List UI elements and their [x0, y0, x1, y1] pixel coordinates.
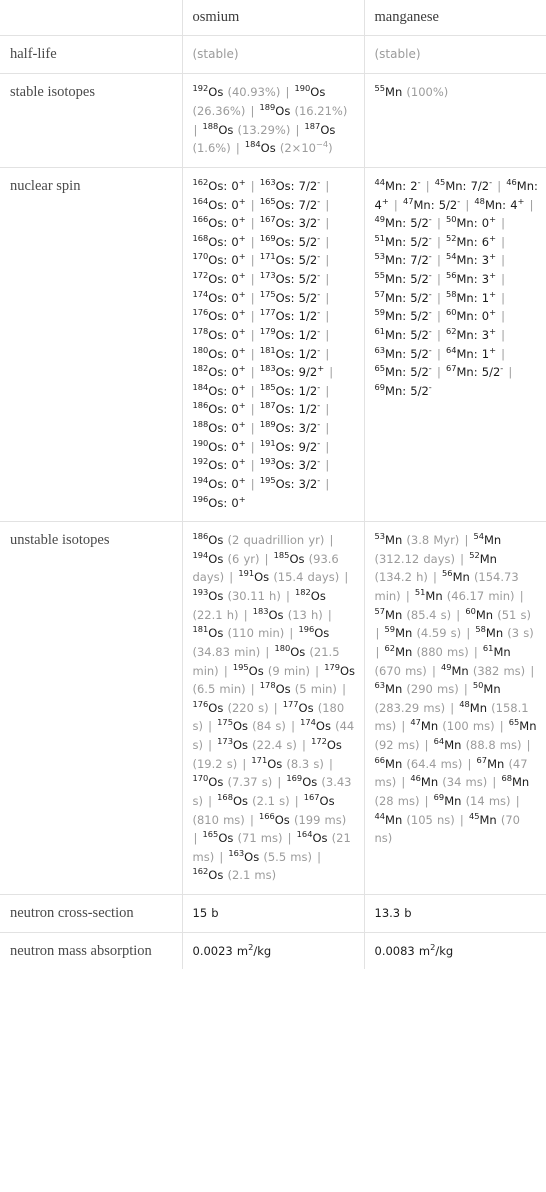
cell-osmium-half-life: (stable): [181, 34, 365, 75]
table-row: nuclear spin 162Os: 0+ | 163Os: 7/2- | 16…: [0, 166, 546, 523]
row-label-nuclear-spin: nuclear spin: [0, 166, 183, 523]
header-corner-cell: [0, 0, 183, 36]
table-row: half-life (stable) (stable): [0, 34, 546, 75]
column-header-osmium: osmium: [181, 0, 365, 36]
cell-manganese-half-life: (stable): [363, 34, 546, 75]
cell-osmium-nuclear-spin: 162Os: 0+ | 163Os: 7/2- | 164Os: 0+ | 16…: [181, 166, 365, 523]
column-header-manganese: manganese: [363, 0, 546, 36]
cell-osmium-unstable-isotopes: 186Os (2 quadrillion yr) | 194Os (6 yr) …: [181, 521, 365, 896]
cell-manganese-stable-isotopes: 55Mn (100%): [363, 73, 546, 168]
cell-osmium-neutron-cross-section: 15 b: [181, 894, 365, 933]
row-label-neutron-cross-section: neutron cross-section: [0, 894, 183, 933]
row-label-unstable-isotopes: unstable isotopes: [0, 521, 183, 896]
cell-manganese-unstable-isotopes: 53Mn (3.8 Myr) | 54Mn (312.12 days) | 52…: [363, 521, 546, 896]
cell-manganese-nuclear-spin: 44Mn: 2- | 45Mn: 7/2- | 46Mn: 4+ | 47Mn:…: [363, 166, 546, 523]
table-row: unstable isotopes 186Os (2 quadrillion yr…: [0, 521, 546, 896]
row-label-stable-isotopes: stable isotopes: [0, 73, 183, 168]
row-label-neutron-mass-absorption: neutron mass absorption: [0, 931, 183, 970]
table-header-row: osmium manganese: [0, 0, 546, 36]
table-row: neutron mass absorption 0.0023 m2/kg 0.008…: [0, 931, 546, 970]
table-row: stable isotopes 192Os (40.93%) | 190Os (2…: [0, 73, 546, 168]
row-label-half-life: half-life: [0, 34, 183, 75]
cell-osmium-neutron-mass-absorption: 0.0023 m2/kg: [181, 931, 365, 970]
table-row: neutron cross-section 15 b 13.3 b: [0, 894, 546, 933]
element-properties-table: osmium manganese half-life (stable) (stable)…: [0, 0, 546, 970]
cell-manganese-neutron-mass-absorption: 0.0083 m2/kg: [363, 931, 546, 970]
cell-osmium-stable-isotopes: 192Os (40.93%) | 190Os (26.36%) | 189Os …: [181, 73, 365, 168]
cell-manganese-neutron-cross-section: 13.3 b: [363, 894, 546, 933]
